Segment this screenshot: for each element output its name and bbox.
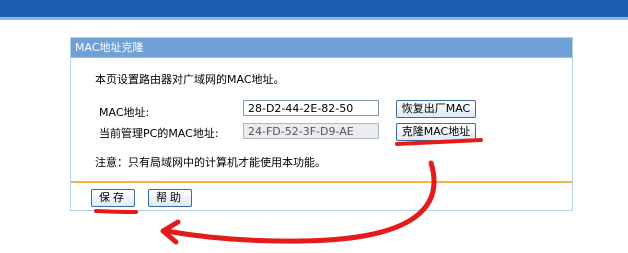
- save-button[interactable]: 保存: [91, 189, 135, 207]
- arrow-head-icon: [160, 219, 181, 245]
- panel-description: 本页设置路由器对广域网的MAC地址。: [95, 73, 285, 86]
- footer-separator: [71, 181, 572, 183]
- save-button-underline: [94, 209, 138, 214]
- top-header-bar: [0, 0, 628, 17]
- restore-factory-mac-button[interactable]: 恢复出厂MAC: [396, 100, 476, 118]
- mac-address-label: MAC地址:: [99, 106, 150, 119]
- mac-clone-panel: MAC地址克隆 本页设置路由器对广域网的MAC地址。 MAC地址: 恢复出厂MA…: [70, 37, 573, 211]
- clone-mac-button[interactable]: 克隆MAC地址: [396, 123, 476, 141]
- help-button[interactable]: 帮助: [148, 189, 192, 207]
- note-text: 注意：只有局域网中的计算机才能使用本功能。: [95, 156, 326, 169]
- panel-title: MAC地址克隆: [71, 38, 572, 58]
- pc-mac-address-label: 当前管理PC的MAC地址:: [99, 127, 219, 140]
- pc-mac-address-input: [243, 123, 379, 139]
- header-divider: [0, 17, 628, 20]
- mac-address-input[interactable]: [243, 100, 379, 116]
